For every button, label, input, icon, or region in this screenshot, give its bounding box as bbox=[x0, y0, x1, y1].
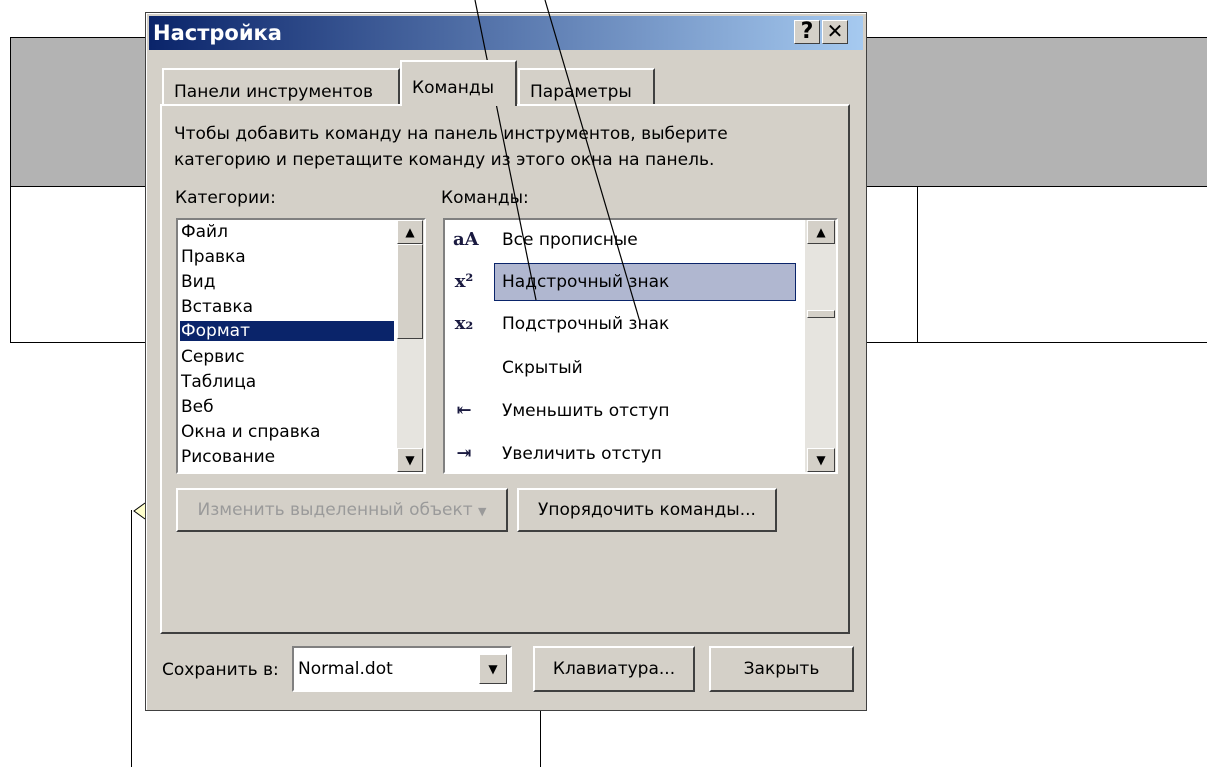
pointer-line bbox=[544, 0, 641, 323]
pointer-arrow bbox=[133, 502, 146, 520]
annotation-lines bbox=[133, 0, 641, 520]
tab-commands[interactable]: Команды bbox=[400, 60, 517, 106]
tab-label: Команды bbox=[412, 78, 495, 98]
pointer-line bbox=[474, 0, 537, 301]
